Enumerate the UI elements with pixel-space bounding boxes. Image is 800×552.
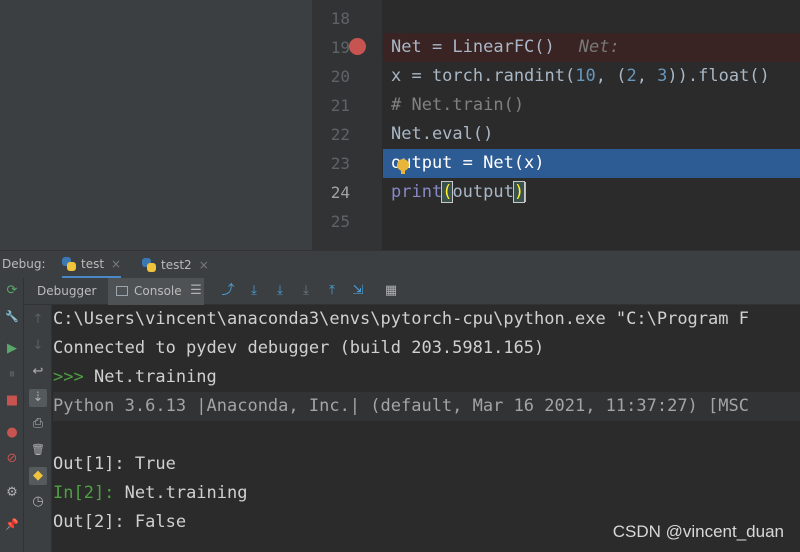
console-input-line[interactable]: In[2]: Net.training [53, 479, 800, 508]
debug-label: Debug: [2, 257, 46, 271]
python-console-icon[interactable]: ◆ [29, 467, 47, 485]
code-token: 10 [575, 66, 596, 86]
line-number-19: 19 [330, 38, 350, 57]
close-icon[interactable]: × [199, 258, 209, 272]
view-breakpoints-icon[interactable]: ● [3, 424, 21, 442]
console-sidebar: ↑ ↓ ↩ ⇣ ⎙ 🗑 ◆ ◷ [24, 305, 52, 552]
python-icon [142, 258, 156, 272]
step-into-my-code-icon[interactable]: ⤓ [297, 282, 315, 300]
stop-icon[interactable]: ■ [3, 392, 21, 410]
line-gutter[interactable]: 18 19 20 21 22 23 24 25 [312, 0, 382, 250]
code-token: 3 [657, 66, 668, 86]
gear-icon[interactable]: ⚙ [3, 484, 21, 502]
mute-breakpoints-icon[interactable]: ⊘ [3, 450, 21, 468]
code-token: # Net.train() [391, 95, 525, 115]
arrow-up-icon[interactable]: ↑ [29, 311, 47, 329]
code-line-20[interactable]: x = torch.randint(10, (2, 3)).float() [383, 62, 800, 91]
menu-icon[interactable]: ☰ [187, 282, 205, 300]
debugger-toolbar: Debugger Console ☰ ⤴ ⤓ ⤓ ⤓ ⤒ ⇲ ▦ [24, 278, 800, 305]
close-icon[interactable]: × [111, 257, 121, 271]
code-line-19[interactable]: Net = LinearFC() Net: [383, 33, 800, 62]
arrow-down-icon[interactable]: ↓ [29, 337, 47, 355]
print-icon[interactable]: ⎙ [29, 415, 47, 433]
step-into-icon[interactable]: ⤓ [271, 282, 289, 300]
console-line: Out[1]: True [53, 454, 176, 474]
console-output[interactable]: C:\Users\vincent\anaconda3\envs\pytorch-… [53, 305, 800, 552]
code-token: 2 [626, 66, 637, 86]
run-tab-label: test [81, 256, 105, 271]
debug-tool-window-header: Debug: test × test2 × [0, 250, 800, 279]
line-number-20: 20 [330, 67, 350, 86]
pause-icon[interactable]: ⏸ [3, 366, 21, 384]
code-line-24[interactable]: print(output) [383, 178, 800, 207]
code-token: x = torch.randint( [391, 66, 576, 86]
tab-debugger[interactable]: Debugger [28, 278, 106, 305]
rerun-icon[interactable]: ⟳ [3, 282, 21, 300]
console-banner: Python 3.6.13 |Anaconda, Inc.| (default,… [53, 392, 800, 421]
soft-wrap-icon[interactable]: ↩ [29, 363, 47, 381]
text-caret [524, 182, 527, 202]
console-icon [116, 286, 128, 296]
run-tab-test[interactable]: test × [62, 251, 122, 279]
line-number-18: 18 [330, 9, 350, 28]
run-tab-test2[interactable]: test2 × [142, 251, 209, 279]
line-number-21: 21 [330, 96, 350, 115]
code-token: ) [512, 181, 526, 203]
code-token: , [636, 66, 658, 86]
watermark: CSDN @vincent_duan [612, 522, 784, 541]
step-over-icon[interactable]: ⤓ [245, 282, 263, 300]
tab-console-label: Console [134, 284, 182, 298]
python-icon [62, 256, 76, 271]
code-editor[interactable]: 18 19 20 21 22 23 24 25 Net = LinearFC()… [312, 0, 800, 250]
evaluate-expression-icon[interactable]: ▦ [382, 282, 400, 300]
run-tab-label: test2 [161, 258, 192, 272]
resume-icon[interactable]: ▶ [3, 340, 21, 358]
lightbulb-icon[interactable] [397, 159, 409, 174]
pin-icon[interactable]: 📌 [3, 516, 21, 534]
line-number-25: 25 [330, 212, 350, 231]
code-token: output [452, 182, 514, 202]
code-line-18[interactable] [383, 4, 800, 33]
code-line-22[interactable]: Net.eval() [383, 120, 800, 149]
code-line-25[interactable] [383, 207, 800, 236]
debug-left-toolbar: ⟳ 🔧 ▶ ⏸ ■ ● ⊘ ⚙ 📌 [0, 278, 24, 552]
code-token: output = Net(x) [391, 153, 545, 173]
code-token: )).float() [667, 66, 770, 86]
code-token: print [391, 182, 443, 202]
wrench-icon[interactable]: 🔧 [3, 308, 21, 326]
clock-icon[interactable]: ◷ [29, 493, 47, 511]
code-token: Net: [578, 37, 620, 57]
console-line: C:\Users\vincent\anaconda3\envs\pytorch-… [53, 309, 749, 329]
show-execution-point-icon[interactable]: ⤴ [219, 282, 237, 300]
code-line-23-execution-point[interactable]: output = Net(x) [383, 149, 800, 178]
code-token: , ( [595, 66, 627, 86]
run-to-cursor-icon[interactable]: ⇲ [349, 282, 367, 300]
step-out-icon[interactable]: ⤒ [323, 282, 341, 300]
code-token: ( [441, 181, 454, 203]
editor-area: 18 19 20 21 22 23 24 25 Net = LinearFC()… [0, 0, 800, 250]
line-number-23: 23 [330, 154, 350, 173]
code-token: Net = LinearFC() [391, 37, 555, 57]
console-input-line[interactable]: >>> Net.training [53, 363, 800, 392]
console-line: Connected to pydev debugger (build 203.5… [53, 338, 545, 358]
breakpoint-icon[interactable] [349, 38, 366, 55]
code-token: Net.eval() [391, 124, 494, 144]
code-line-21[interactable]: # Net.train() [383, 91, 800, 120]
line-number-24: 24 [330, 183, 350, 202]
line-number-22: 22 [330, 125, 350, 144]
scroll-to-end-icon[interactable]: ⇣ [29, 389, 47, 407]
trash-icon[interactable]: 🗑 [29, 441, 47, 459]
